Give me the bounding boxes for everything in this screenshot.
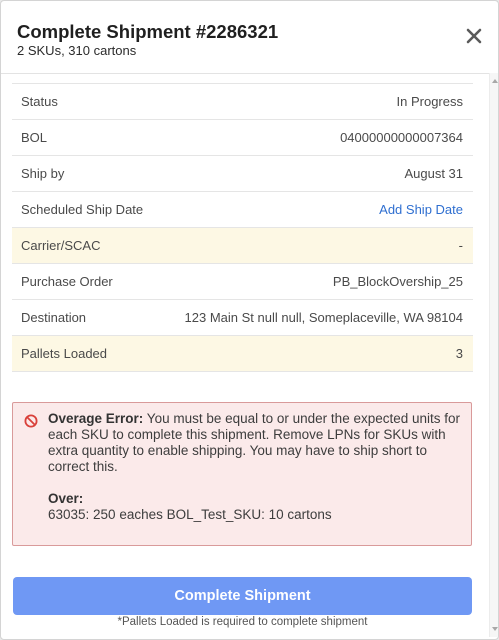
close-icon[interactable] <box>461 23 487 49</box>
detail-label: Ship by <box>21 166 65 181</box>
close-icon-graphic <box>466 28 482 44</box>
scroll-up-arrow-icon[interactable] <box>492 79 498 83</box>
detail-row-scheduled-ship-date: Scheduled Ship Date Add Ship Date <box>12 192 473 228</box>
detail-value: PB_BlockOvership_25 <box>332 274 463 289</box>
over-title: Over: <box>48 491 84 506</box>
prohibited-icon <box>24 414 38 428</box>
error-title: Overage Error: <box>48 411 144 426</box>
scroll-down-arrow-icon[interactable] <box>492 627 498 631</box>
detail-value: August 31 <box>404 166 463 181</box>
detail-row-ship-by: Ship by August 31 <box>12 156 473 192</box>
complete-shipment-button[interactable]: Complete Shipment <box>13 577 472 615</box>
detail-value: 3 <box>455 346 463 361</box>
scrollbar[interactable] <box>489 73 498 637</box>
modal-subtitle: 2 SKUs, 310 cartons <box>17 43 137 58</box>
detail-value: - <box>458 238 463 253</box>
detail-label: Scheduled Ship Date <box>21 202 144 217</box>
modal-header: Complete Shipment #2286321 2 SKUs, 310 c… <box>1 1 498 74</box>
detail-value: 04000000000007364 <box>340 130 463 145</box>
over-item: 63035: 250 eaches BOL_Test_SKU: 10 carto… <box>48 507 332 522</box>
detail-row-destination: Destination 123 Main St null null, Somep… <box>12 300 473 336</box>
overage-error-alert: Overage Error: You must be equal to or u… <box>12 402 472 546</box>
detail-row-purchase-order: Purchase Order PB_BlockOvership_25 <box>12 264 473 300</box>
detail-value: 123 Main St null null, Someplaceville, W… <box>184 310 463 325</box>
pallets-required-note: *Pallets Loaded is required to complete … <box>117 616 368 628</box>
detail-label: Carrier/SCAC <box>21 238 101 253</box>
detail-row-status: Status In Progress <box>12 84 473 120</box>
detail-label: Purchase Order <box>21 274 113 289</box>
shipment-details-table: Status In Progress BOL 04000000000007364… <box>12 83 473 372</box>
detail-label: Status <box>21 94 58 109</box>
prohibited-icon-graphic <box>24 414 38 428</box>
complete-shipment-modal: Complete Shipment #2286321 2 SKUs, 310 c… <box>0 0 499 640</box>
error-message: Overage Error: You must be equal to or u… <box>48 411 466 475</box>
detail-row-carrier-scac: Carrier/SCAC - <box>12 228 473 264</box>
modal-title: Complete Shipment #2286321 <box>17 21 279 42</box>
detail-row-bol: BOL 04000000000007364 <box>12 120 473 156</box>
detail-label: Destination <box>21 310 87 325</box>
detail-label: Pallets Loaded <box>21 346 108 361</box>
detail-row-pallets-loaded: Pallets Loaded 3 <box>12 336 473 372</box>
detail-label: BOL <box>21 130 48 145</box>
detail-value: In Progress <box>396 94 463 109</box>
add-ship-date-link[interactable]: Add Ship Date <box>379 192 463 227</box>
